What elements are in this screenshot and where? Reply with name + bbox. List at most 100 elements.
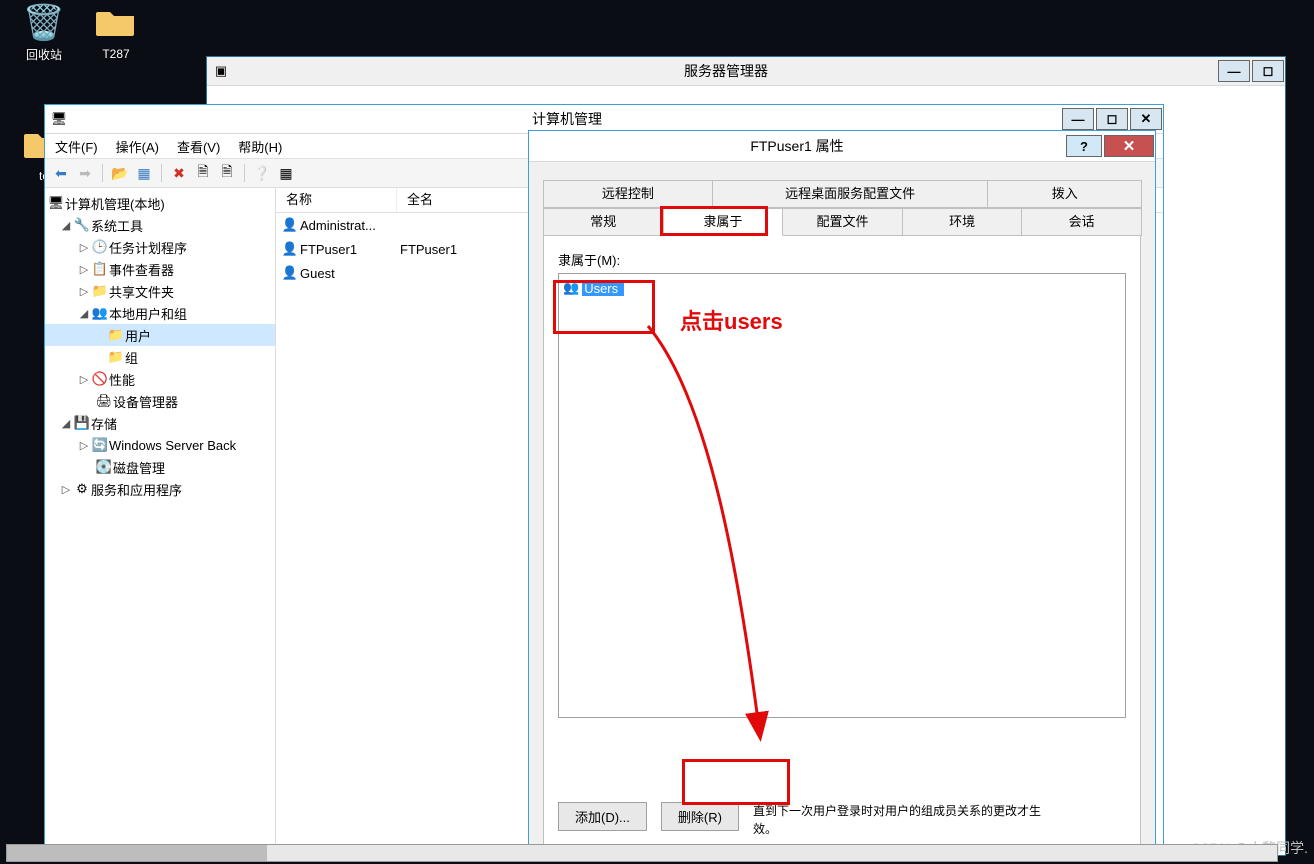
server-manager-title: 服务器管理器 — [235, 61, 1217, 81]
hint-text: 直到下一次用户登录时对用户的组成员关系的更改才生效。 — [753, 802, 1053, 838]
comp-mgmt-title: 计算机管理 — [73, 109, 1061, 129]
minimize-button[interactable]: — — [1062, 108, 1094, 130]
group-item-users[interactable]: 👥 Users — [563, 278, 1121, 298]
expand-icon[interactable]: ▷ — [77, 439, 91, 452]
group-item-label: Users — [582, 281, 624, 296]
help-icon[interactable]: ❔ — [252, 163, 272, 183]
expand-icon[interactable]: ▷ — [59, 483, 73, 496]
tree-devmgr[interactable]: 设备管理器 — [113, 392, 178, 411]
tab-profile[interactable]: 配置文件 — [782, 208, 903, 236]
desktop: 🗑️ 回收站 T287 te ▣ 服务器管理器 — ◻ 🖥 计算机管理 — ◻ … — [0, 0, 1314, 864]
tab-environment[interactable]: 环境 — [902, 208, 1023, 236]
tree-storage[interactable]: 存储 — [91, 414, 117, 433]
maximize-button[interactable]: ◻ — [1252, 60, 1284, 82]
tree-svcapps[interactable]: 服务和应用程序 — [91, 480, 182, 499]
device-icon: 🖨 — [95, 393, 113, 409]
folder-t287-label: T287 — [86, 47, 146, 61]
computer-icon: 🖥 — [47, 195, 65, 211]
comp-mgmt-icon: 🖥 — [45, 111, 73, 127]
trash-icon: 🗑️ — [14, 6, 74, 40]
col-fullname[interactable]: 全名 — [397, 188, 548, 212]
folder-icon — [96, 6, 136, 38]
add-button[interactable]: 添加(D)... — [558, 802, 647, 831]
event-icon: 📋 — [91, 261, 109, 277]
tab-dialin[interactable]: 拨入 — [987, 180, 1142, 208]
close-button[interactable]: ✕ — [1104, 135, 1154, 157]
cell-name: Guest — [300, 266, 400, 281]
tab-general[interactable]: 常规 — [543, 208, 664, 236]
tab-remote-control[interactable]: 远程控制 — [543, 180, 713, 208]
forward-icon[interactable]: ➡ — [75, 163, 95, 183]
tree-perf[interactable]: 性能 — [109, 370, 135, 389]
collapse-icon[interactable]: ◢ — [59, 219, 73, 232]
users-icon: 👥 — [91, 305, 109, 321]
col-name[interactable]: 名称 — [276, 188, 397, 212]
expand-icon[interactable]: ▷ — [77, 373, 91, 386]
menu-file[interactable]: 文件(F) — [55, 137, 98, 156]
share-icon: 📁 — [91, 283, 109, 299]
memberof-panel: 隶属于(M): 👥 Users 添加(D)... 删除(R) 直到下一次用户登录… — [543, 235, 1141, 853]
expand-icon[interactable]: ▷ — [77, 285, 91, 298]
properties-dialog: FTPuser1 属性 ? ✕ 远程控制 远程桌面服务配置文件 拨入 常规 隶属… — [528, 130, 1156, 856]
help-button[interactable]: ? — [1066, 135, 1102, 157]
scrollbar-thumb[interactable] — [7, 845, 267, 861]
collapse-icon[interactable]: ◢ — [59, 417, 73, 430]
user-icon: 👤 — [280, 265, 300, 281]
perf-icon: 🚫 — [91, 371, 109, 387]
group-icon: 👥 — [563, 280, 579, 296]
menu-help[interactable]: 帮助(H) — [238, 137, 282, 156]
recycle-bin-icon[interactable]: 🗑️ 回收站 — [14, 6, 74, 63]
server-manager-titlebar[interactable]: ▣ 服务器管理器 — ◻ — [207, 57, 1285, 86]
menu-view[interactable]: 查看(V) — [177, 137, 220, 156]
cell-name: Administrat... — [300, 218, 400, 233]
clock-icon: 🕒 — [91, 239, 109, 255]
up-folder-icon[interactable]: 📂 — [110, 163, 130, 183]
tree-systools[interactable]: 系统工具 — [91, 216, 143, 235]
folder-icon: 📁 — [107, 349, 125, 365]
tab-session[interactable]: 会话 — [1021, 208, 1142, 236]
folder-icon: 📁 — [107, 327, 125, 343]
tree-sharedf[interactable]: 共享文件夹 — [109, 282, 174, 301]
cell-full: FTPuser1 — [400, 242, 457, 257]
tree-pane[interactable]: 🖥计算机管理(本地) ◢🔧系统工具 ▷🕒任务计划程序 ▷📋事件查看器 ▷📁共享文… — [45, 188, 276, 854]
properties-icon[interactable]: ▦ — [134, 163, 154, 183]
tree-groups[interactable]: 组 — [125, 348, 138, 367]
tab-rdp-profile[interactable]: 远程桌面服务配置文件 — [712, 180, 989, 208]
expand-icon[interactable]: ▷ — [77, 241, 91, 254]
tree-diskm[interactable]: 磁盘管理 — [113, 458, 165, 477]
minimize-button[interactable]: — — [1218, 60, 1250, 82]
group-listbox[interactable]: 👥 Users — [558, 273, 1126, 718]
tree-wsb[interactable]: Windows Server Back — [109, 438, 236, 453]
maximize-button[interactable]: ◻ — [1096, 108, 1128, 130]
tree-root[interactable]: 计算机管理(本地) — [65, 194, 165, 213]
tree-users[interactable]: 用户 — [125, 326, 151, 345]
tree-localusers[interactable]: 本地用户和组 — [109, 304, 187, 323]
server-manager-icon: ▣ — [207, 63, 235, 79]
collapse-icon[interactable]: ◢ — [77, 307, 91, 320]
cell-name: FTPuser1 — [300, 242, 400, 257]
memberof-label: 隶属于(M): — [558, 250, 1126, 269]
tree-tasksched[interactable]: 任务计划程序 — [109, 238, 187, 257]
export-icon[interactable]: 🗎 — [217, 163, 237, 183]
refresh-icon[interactable]: 🗎 — [193, 163, 213, 183]
delete-icon[interactable]: ✖ — [169, 163, 189, 183]
menu-action[interactable]: 操作(A) — [116, 137, 159, 156]
tab-memberof[interactable]: 隶属于 — [663, 208, 784, 236]
user-icon: 👤 — [280, 217, 300, 233]
backup-icon: 🔄 — [91, 437, 109, 453]
user-icon: 👤 — [280, 241, 300, 257]
props-titlebar[interactable]: FTPuser1 属性 ? ✕ — [529, 131, 1155, 162]
close-button[interactable]: ✕ — [1130, 108, 1162, 130]
tree-eventvwr[interactable]: 事件查看器 — [109, 260, 174, 279]
remove-button[interactable]: 删除(R) — [661, 802, 739, 831]
services-icon: ⚙ — [73, 481, 91, 497]
back-icon[interactable]: ⬅ — [51, 163, 71, 183]
expand-icon[interactable]: ▷ — [77, 263, 91, 276]
horizontal-scrollbar[interactable] — [6, 844, 1278, 862]
folder-t287[interactable]: T287 — [86, 6, 146, 61]
disk-icon: 💽 — [95, 459, 113, 475]
props-title: FTPuser1 属性 — [529, 136, 1065, 156]
recycle-bin-label: 回收站 — [14, 46, 74, 63]
storage-icon: 💾 — [73, 415, 91, 431]
view-icon[interactable]: ▦ — [276, 163, 296, 183]
